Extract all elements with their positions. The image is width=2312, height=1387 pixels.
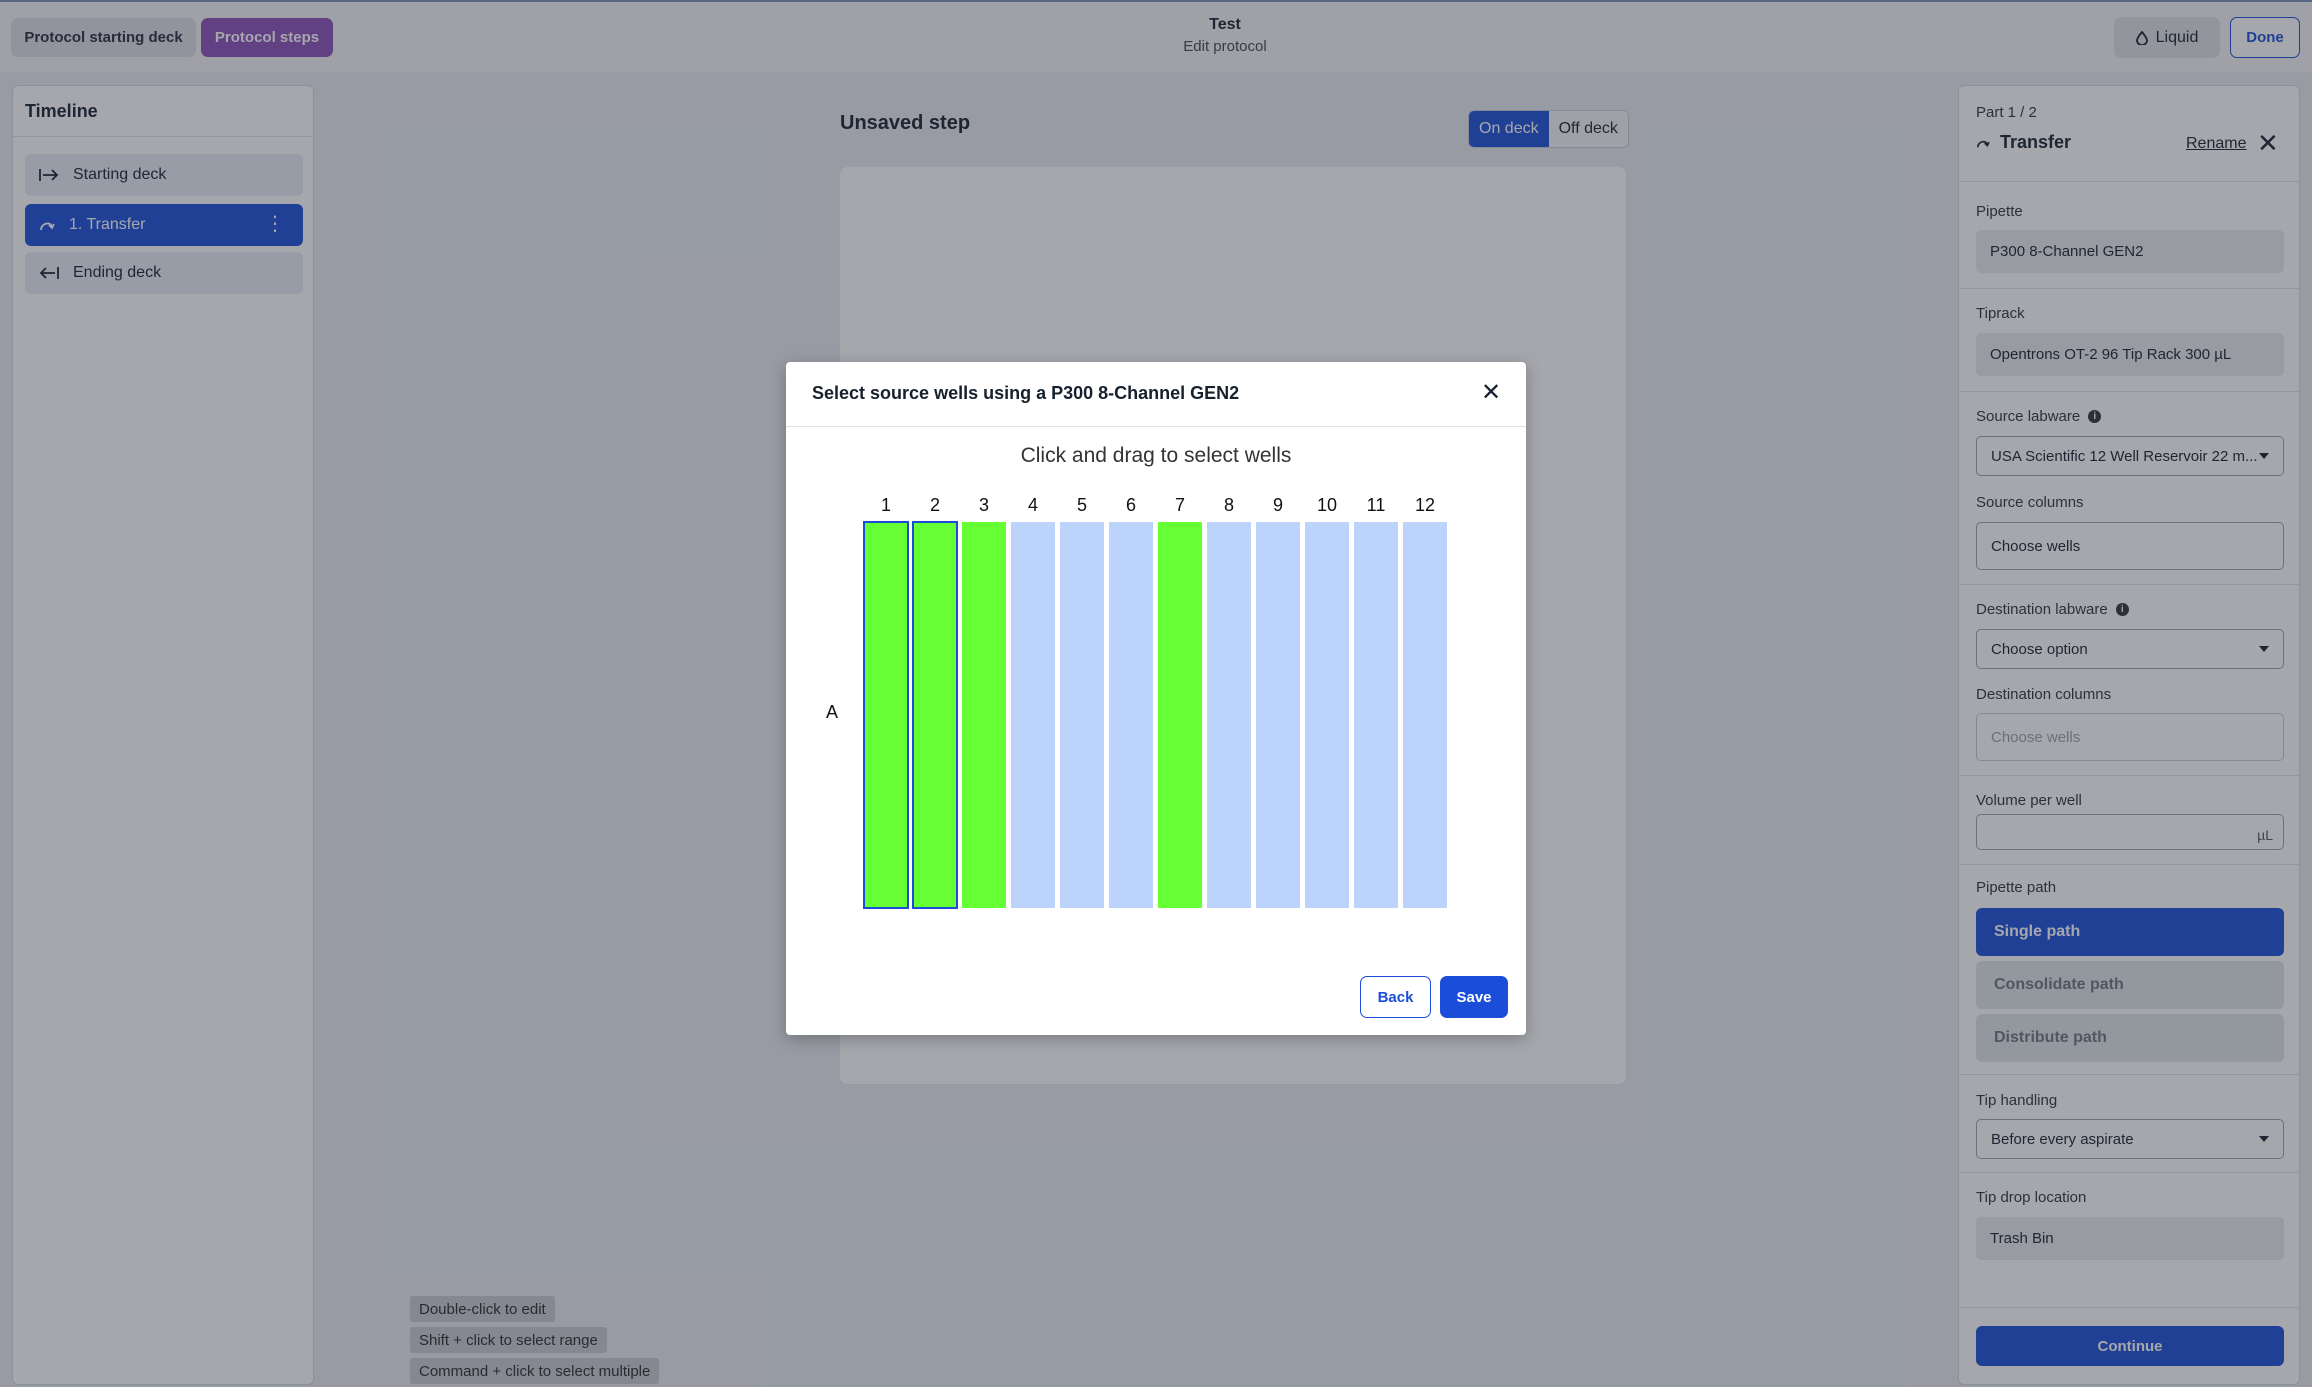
well-selection-modal: Select source wells using a P300 8-Chann… — [786, 362, 1526, 1035]
column-number-12: 12 — [1414, 495, 1436, 515]
column-number-5: 5 — [1076, 495, 1087, 515]
column-number-1: 1 — [880, 495, 891, 515]
well-A7[interactable] — [1157, 521, 1203, 909]
save-button[interactable]: Save — [1440, 976, 1508, 1018]
well-A12[interactable] — [1402, 521, 1448, 909]
column-number-11: 11 — [1366, 495, 1386, 515]
column-number-2: 2 — [929, 495, 940, 515]
well-A1[interactable] — [863, 521, 909, 909]
column-number-7: 7 — [1174, 495, 1185, 515]
column-number-4: 4 — [1027, 495, 1038, 515]
back-button[interactable]: Back — [1360, 976, 1431, 1018]
modal-instruction: Click and drag to select wells — [1020, 444, 1292, 467]
well-A3[interactable] — [961, 521, 1007, 909]
close-icon[interactable]: ✕ — [1476, 378, 1506, 408]
column-number-6: 6 — [1125, 495, 1136, 515]
column-number-3: 3 — [978, 495, 989, 515]
row-label: A — [826, 702, 839, 722]
column-number-9: 9 — [1272, 495, 1283, 515]
well-A5[interactable] — [1059, 521, 1105, 909]
well-A11[interactable] — [1353, 521, 1399, 909]
column-number-10: 10 — [1316, 495, 1338, 515]
column-number-8: 8 — [1223, 495, 1234, 515]
well-A8[interactable] — [1206, 521, 1252, 909]
well-A2[interactable] — [912, 521, 958, 909]
well-A6[interactable] — [1108, 521, 1154, 909]
modal-title: Select source wells using a P300 8-Chann… — [812, 383, 1240, 403]
well-A9[interactable] — [1255, 521, 1301, 909]
well-A10[interactable] — [1304, 521, 1350, 909]
divider — [786, 426, 1526, 427]
well-A4[interactable] — [1010, 521, 1056, 909]
